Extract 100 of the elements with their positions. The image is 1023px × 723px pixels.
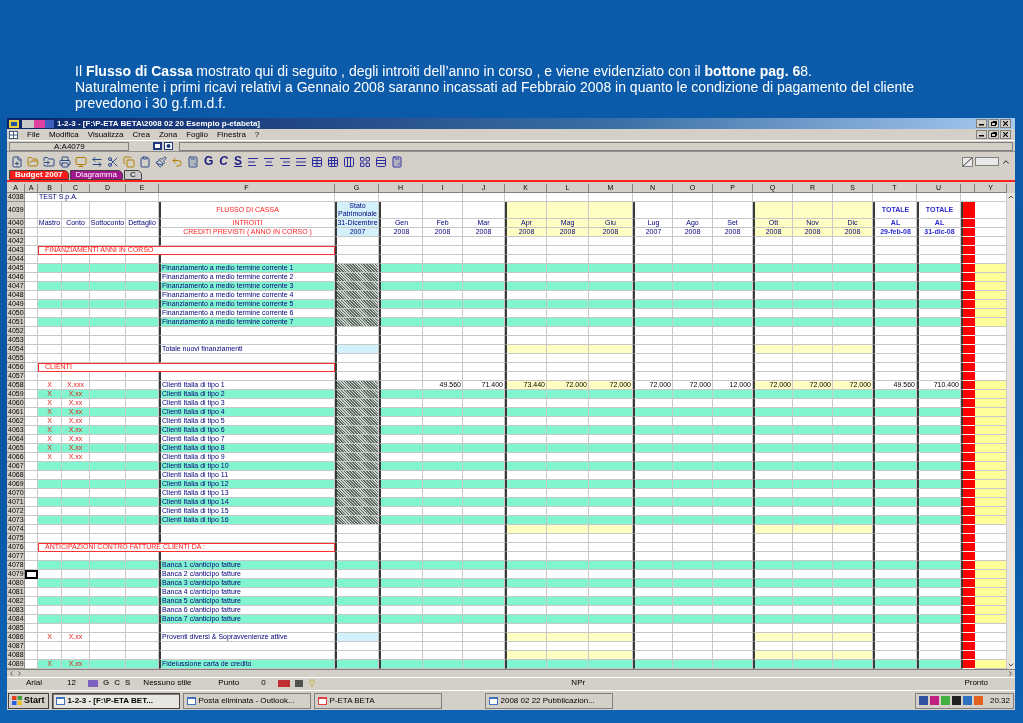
table-cell xyxy=(975,202,1007,219)
cut-icon[interactable] xyxy=(107,155,119,168)
table-cell xyxy=(975,597,1007,606)
table-cell xyxy=(975,534,1007,543)
align-justify-icon[interactable] xyxy=(295,155,308,168)
taskbar-button[interactable]: P-ETA BETA xyxy=(313,692,442,709)
folder-arrow-icon[interactable] xyxy=(43,155,55,168)
status-indicator: Pronto xyxy=(964,678,988,688)
style-field[interactable]: Nessuno stile xyxy=(135,678,206,688)
table-cell xyxy=(975,318,1007,327)
columns-icon[interactable] xyxy=(343,155,356,168)
menu-item[interactable]: Foglio xyxy=(186,129,208,140)
table-cell xyxy=(975,633,1007,642)
marker-cell xyxy=(961,300,975,309)
table-cell xyxy=(975,552,1007,561)
format-button[interactable]: C xyxy=(218,155,229,168)
format-button[interactable]: G xyxy=(203,155,215,168)
caption-text: Il Flusso di Cassa mostrato qui di seguito , degli introiti dell’anno in corso , e viene evidenziato con il bottone pag. 68. xyxy=(75,63,813,79)
sheet-tab[interactable]: Budget 2007 xyxy=(9,170,69,180)
lightbulb-icon[interactable] xyxy=(308,679,317,687)
new-file-icon[interactable] xyxy=(11,155,23,168)
formula-field[interactable] xyxy=(179,141,1013,151)
format-button[interactable]: C xyxy=(114,678,120,688)
table-cell xyxy=(975,435,1007,444)
align-left-icon[interactable] xyxy=(247,155,260,168)
swap-icon[interactable] xyxy=(91,155,103,168)
menu-item[interactable]: Finestra xyxy=(216,129,246,140)
address-field[interactable]: A:A4079 xyxy=(9,141,129,151)
marker-cell xyxy=(961,336,975,345)
table-cell xyxy=(975,453,1007,462)
rows-icon[interactable] xyxy=(375,155,388,168)
layout-grid-icon[interactable] xyxy=(359,155,372,168)
size-field[interactable]: 12 xyxy=(59,678,83,688)
table-cell xyxy=(975,624,1007,633)
vertical-scrollbar[interactable] xyxy=(1007,193,1015,669)
menu-item[interactable]: ? xyxy=(254,129,260,140)
calculator-icon[interactable] xyxy=(187,155,199,168)
taskbar-button[interactable]: 2008 02 22 Pubblicazion... xyxy=(484,692,613,709)
border-icon xyxy=(295,679,304,687)
table-cell[interactable] xyxy=(25,570,38,579)
menu-item[interactable]: Zona xyxy=(158,129,178,140)
marker-cell xyxy=(961,660,975,669)
table-cell xyxy=(975,543,1007,552)
window-icon xyxy=(186,696,196,705)
close-button[interactable] xyxy=(1000,130,1011,139)
marker-cell xyxy=(961,372,975,381)
format-button[interactable]: S xyxy=(125,678,131,688)
marker-cell xyxy=(961,444,975,453)
align-center-icon[interactable] xyxy=(263,155,276,168)
decimals-field[interactable]: 0 xyxy=(261,678,274,688)
font-field[interactable]: Arial xyxy=(10,678,54,688)
start-button[interactable]: Start xyxy=(8,692,49,709)
grid-icon[interactable] xyxy=(327,155,340,168)
color-icon xyxy=(88,679,98,687)
format-button[interactable]: S xyxy=(233,155,244,168)
restore-button[interactable] xyxy=(988,119,999,128)
zoom-field[interactable] xyxy=(975,157,999,166)
minimize-button[interactable] xyxy=(976,119,987,128)
close-button[interactable] xyxy=(1000,119,1011,128)
minimize-icon xyxy=(979,124,984,126)
minimize-icon xyxy=(979,135,984,137)
close-icon xyxy=(1003,121,1008,126)
taskbar-button[interactable]: 1-2-3 - [F:\P-ETA BET... xyxy=(51,692,180,709)
calculator-icon[interactable] xyxy=(391,155,404,168)
restore-button[interactable] xyxy=(988,130,999,139)
table-cell xyxy=(975,372,1007,381)
marker-cell xyxy=(961,561,975,570)
marker-cell xyxy=(961,462,975,471)
minimize-button[interactable] xyxy=(976,130,987,139)
marker-cell xyxy=(961,354,975,363)
paste-icon[interactable] xyxy=(139,155,151,168)
sheet-tab[interactable]: C xyxy=(123,170,142,180)
number-format-field[interactable]: Punto xyxy=(210,678,257,688)
menu-item[interactable]: Crea xyxy=(132,129,150,140)
table-cell xyxy=(975,273,1007,282)
table-cell xyxy=(975,462,1007,471)
marker-cell xyxy=(961,516,975,525)
table-cell xyxy=(975,489,1007,498)
menu-item[interactable]: Visualizza xyxy=(87,129,124,140)
menu-item[interactable]: Modifica xyxy=(48,129,79,140)
table-cell xyxy=(975,237,1007,246)
sheet-tab[interactable]: Diagramma xyxy=(69,170,123,180)
window-icon xyxy=(55,696,65,705)
table-cell xyxy=(975,426,1007,435)
brush-icon[interactable] xyxy=(155,155,167,168)
marker-cell xyxy=(961,642,975,651)
align-right-icon[interactable] xyxy=(279,155,292,168)
table-cell xyxy=(975,498,1007,507)
menu-item[interactable]: File xyxy=(27,129,40,140)
table-cell xyxy=(975,444,1007,453)
marker-cell xyxy=(961,255,975,264)
undo-icon[interactable] xyxy=(171,155,183,168)
format-button[interactable]: G xyxy=(103,678,110,688)
table-cell xyxy=(975,246,1007,255)
taskbar-button[interactable]: Posta eliminata - Outlook... xyxy=(182,692,311,709)
table-cell xyxy=(975,381,1007,390)
table-icon[interactable] xyxy=(311,155,324,168)
print-icon[interactable] xyxy=(59,155,71,168)
marker-cell xyxy=(961,579,975,588)
table-cell xyxy=(975,516,1007,525)
